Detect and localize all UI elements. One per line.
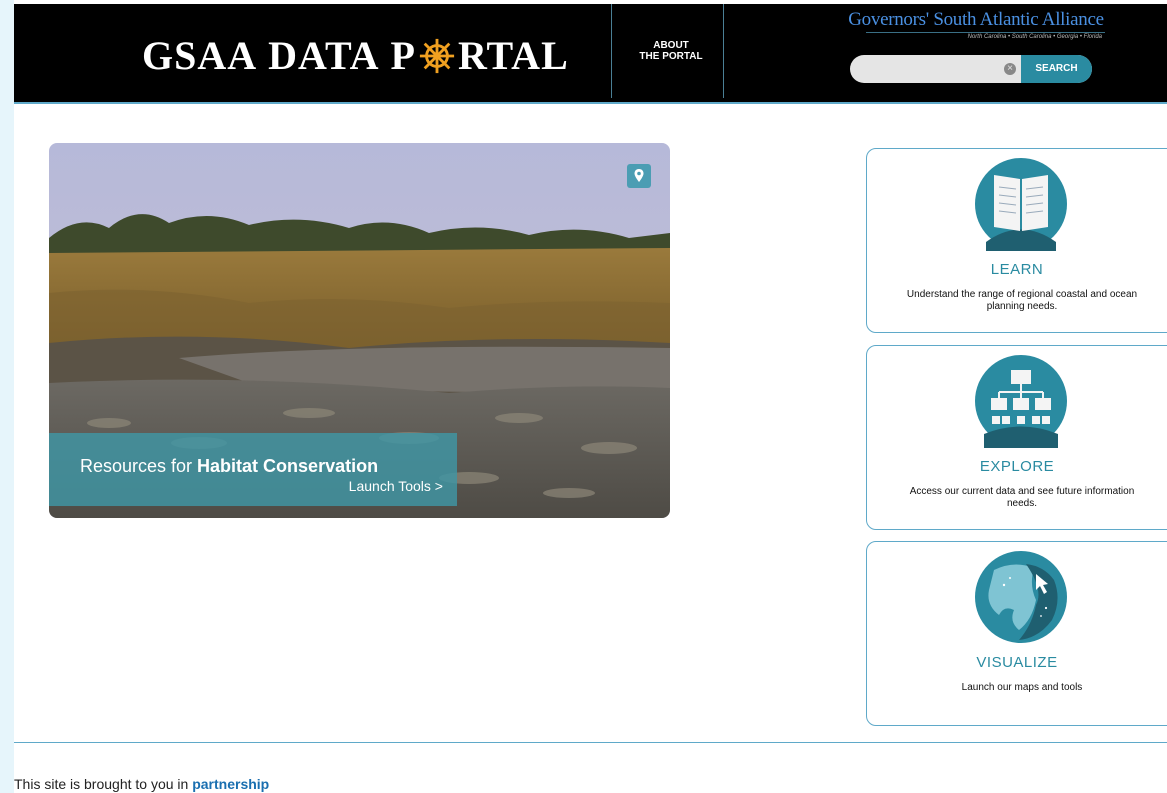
- card-visualize[interactable]: VISUALIZE Launch our maps and tools: [866, 541, 1167, 726]
- card-title: VISUALIZE: [976, 654, 1058, 671]
- ship-wheel-icon: [419, 38, 455, 73]
- search-button[interactable]: SEARCH: [1021, 55, 1092, 83]
- hero-caption-title: Resources for Habitat Conservation: [80, 456, 378, 477]
- footer-divider: [14, 742, 1167, 743]
- site-logo[interactable]: GSAA DATA P RTAL: [142, 32, 569, 79]
- hero-caption: Resources for Habitat Conservation Launc…: [49, 433, 457, 506]
- hero-caption-bold: Habitat Conservation: [197, 456, 379, 476]
- hero-caption-prefix: Resources for: [80, 456, 198, 476]
- card-title: LEARN: [990, 261, 1044, 278]
- footer-text: This site is brought to you in partnersh…: [14, 776, 269, 792]
- alliance-states: North Carolina • South Carolina • Georgi…: [967, 34, 1102, 40]
- footer-prefix: This site is brought to you in: [14, 776, 193, 792]
- card-title: EXPLORE: [979, 458, 1055, 475]
- partnership-link[interactable]: partnership: [192, 776, 269, 792]
- card-learn[interactable]: LEARN Understand the range of regional c…: [866, 148, 1167, 333]
- logo-data: DATA: [268, 33, 380, 78]
- hierarchy-chart-icon: [975, 355, 1067, 448]
- hero-carousel[interactable]: Resources for Habitat Conservation Launc…: [49, 143, 670, 518]
- site-header: GSAA DATA P RTAL ABOUT THE PORTAL Govern…: [14, 4, 1167, 104]
- alliance-rule: [866, 32, 1105, 33]
- card-description: Launch our maps and tools: [961, 682, 1083, 693]
- alliance-logo-title[interactable]: Governors' South Atlantic Alliance: [826, 9, 1126, 31]
- search-input[interactable]: [860, 59, 1004, 81]
- map-pin-icon[interactable]: [627, 164, 651, 188]
- header-divider: [723, 4, 724, 98]
- card-explore[interactable]: EXPLORE Access our current data and see …: [866, 345, 1167, 530]
- logo-gsaa: GSAA: [142, 33, 258, 78]
- card-description: Understand the range of regional coastal…: [906, 289, 1138, 312]
- open-book-icon: [975, 158, 1067, 251]
- about-portal-link[interactable]: ABOUT THE PORTAL: [615, 40, 727, 62]
- header-divider: [611, 4, 612, 98]
- about-line-2: THE PORTAL: [639, 51, 703, 62]
- about-line-1: ABOUT: [653, 40, 689, 51]
- card-description: Access our current data and see future i…: [909, 486, 1135, 509]
- launch-tools-link[interactable]: Launch Tools >: [349, 478, 443, 494]
- map-globe-icon: [975, 551, 1067, 643]
- clear-search-icon[interactable]: ×: [1004, 63, 1016, 75]
- search-bar: × SEARCH: [850, 55, 1092, 83]
- logo-p: P: [390, 33, 416, 78]
- logo-rtal: RTAL: [457, 33, 569, 78]
